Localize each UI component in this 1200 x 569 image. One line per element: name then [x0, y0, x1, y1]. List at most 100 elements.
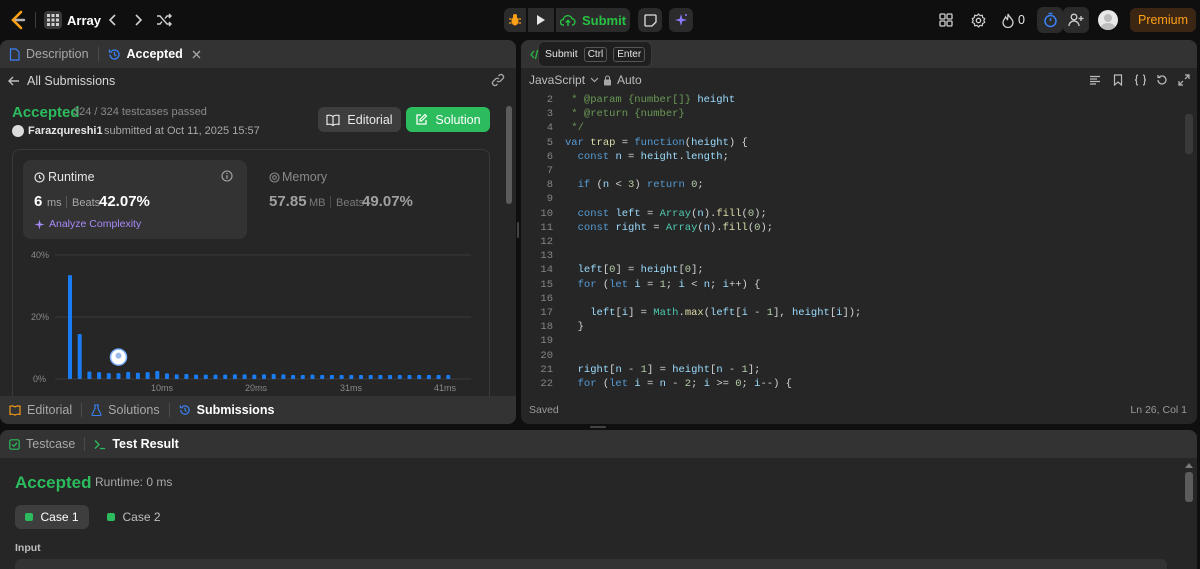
- debug-icon[interactable]: [504, 8, 526, 32]
- info-icon[interactable]: [221, 170, 233, 182]
- submitter-username[interactable]: Farazqureshi1: [28, 125, 103, 137]
- chevron-left-icon[interactable]: [106, 12, 120, 28]
- chart-bar[interactable]: [106, 373, 111, 379]
- chart-bar[interactable]: [417, 374, 422, 379]
- chart-bar[interactable]: [77, 334, 82, 379]
- close-icon[interactable]: [192, 50, 201, 59]
- runtime-card[interactable]: Runtime 6 ms Beats 42.07% Analyze Comple…: [23, 160, 247, 239]
- back-to-submissions[interactable]: All Submissions: [8, 74, 115, 88]
- chart-bar[interactable]: [291, 374, 296, 379]
- chart-bar[interactable]: [155, 370, 160, 379]
- submit-button[interactable]: Submit: [556, 8, 630, 32]
- tab-testcase[interactable]: Testcase: [0, 430, 84, 458]
- case-1-button[interactable]: Case 1: [15, 505, 89, 529]
- settings-gear-icon[interactable]: [969, 11, 987, 29]
- chart-bar[interactable]: [194, 374, 199, 379]
- chart-bar[interactable]: [116, 373, 121, 379]
- chart-bar[interactable]: [184, 374, 189, 379]
- chart-bar[interactable]: [271, 374, 276, 379]
- shuffle-icon[interactable]: [155, 11, 173, 29]
- streak-count: 0: [1018, 13, 1025, 27]
- chevron-right-icon[interactable]: [131, 12, 145, 28]
- code-line: left[i] = Math.max(left[i - 1], height[i…: [590, 307, 862, 319]
- run-play-icon[interactable]: [528, 8, 554, 32]
- chart-bar[interactable]: [281, 374, 286, 379]
- chart-bar[interactable]: [407, 374, 412, 379]
- chart-bar[interactable]: [145, 372, 150, 379]
- chart-bar[interactable]: [378, 374, 383, 379]
- chart-bar[interactable]: [349, 374, 354, 379]
- solution-button[interactable]: Solution: [406, 107, 490, 132]
- chart-bar[interactable]: [436, 374, 441, 379]
- chart-bar[interactable]: [320, 374, 325, 379]
- chart-bar[interactable]: [388, 374, 393, 379]
- chart-bar[interactable]: [165, 373, 169, 379]
- left-panel-scrollbar[interactable]: [506, 106, 512, 204]
- chart-bar[interactable]: [97, 372, 102, 379]
- language-select[interactable]: JavaScript: [529, 73, 599, 87]
- premium-button[interactable]: Premium: [1130, 8, 1196, 32]
- vertical-resize-handle[interactable]: [517, 222, 519, 238]
- scroll-up-icon[interactable]: [1185, 462, 1193, 468]
- user-avatar[interactable]: [1098, 10, 1118, 30]
- add-user-icon[interactable]: [1063, 7, 1089, 33]
- chart-bar[interactable]: [262, 374, 266, 379]
- chart-bar[interactable]: [252, 374, 257, 379]
- chart-bar[interactable]: [329, 374, 334, 379]
- tab-description[interactable]: Description: [0, 40, 98, 68]
- streak-flame-icon[interactable]: [1000, 11, 1016, 29]
- notes-icon[interactable]: [638, 8, 662, 32]
- bookmark-icon[interactable]: [1111, 73, 1125, 87]
- chart-bar[interactable]: [397, 374, 402, 379]
- horizontal-resize-handle[interactable]: [590, 426, 606, 428]
- chart-bar[interactable]: [87, 371, 92, 379]
- autocomplete-mode[interactable]: Auto: [603, 73, 642, 87]
- chart-bar[interactable]: [359, 374, 363, 379]
- case-2-button[interactable]: Case 2: [99, 505, 169, 529]
- reset-icon[interactable]: [1155, 73, 1169, 87]
- input-value-box[interactable]: [15, 559, 1167, 569]
- chart-bar[interactable]: [339, 374, 344, 379]
- chart-bar[interactable]: [135, 372, 140, 379]
- chart-bar[interactable]: [232, 374, 237, 379]
- user-avatar-head: [115, 352, 122, 359]
- chart-bar[interactable]: [300, 374, 305, 379]
- chart-bar[interactable]: [203, 374, 208, 379]
- tab-submissions[interactable]: Submissions: [170, 396, 284, 424]
- analyze-complexity-link[interactable]: Analyze Complexity: [34, 218, 141, 230]
- tab-test-result[interactable]: Test Result: [85, 430, 187, 458]
- chart-bar[interactable]: [368, 374, 373, 379]
- tab-accepted[interactable]: Accepted: [99, 40, 210, 68]
- line-number: 8: [546, 179, 553, 192]
- chart-bar[interactable]: [174, 374, 179, 379]
- editor-scrollbar[interactable]: [1185, 114, 1193, 154]
- chart-bar[interactable]: [242, 374, 247, 379]
- braces-icon[interactable]: [1133, 73, 1147, 87]
- editorial-button[interactable]: Editorial: [318, 107, 401, 132]
- leetcode-logo-icon[interactable]: [8, 10, 28, 30]
- chart-bar[interactable]: [68, 275, 72, 379]
- problem-list-icon[interactable]: [44, 11, 62, 29]
- x-tick-label: 31ms: [340, 383, 363, 393]
- memory-card[interactable]: Memory 57.85 MB Beats 49.07%: [259, 160, 481, 239]
- expand-icon[interactable]: [1177, 73, 1191, 87]
- link-icon[interactable]: [490, 73, 506, 87]
- chart-bar[interactable]: [223, 374, 228, 379]
- left-panel-tabs: Description Accepted: [0, 40, 516, 68]
- horizontal-resize-handle[interactable]: [250, 388, 266, 390]
- tab-editorial[interactable]: Editorial: [0, 396, 81, 424]
- chart-bar[interactable]: [426, 374, 431, 379]
- timer-icon[interactable]: [1037, 7, 1063, 33]
- chart-bar[interactable]: [310, 374, 315, 379]
- ai-sparkle-icon[interactable]: [669, 8, 693, 32]
- chart-bar[interactable]: [446, 374, 451, 379]
- case-2-label: Case 2: [122, 510, 161, 524]
- problem-list-title[interactable]: Array: [67, 13, 101, 28]
- code-area[interactable]: 2 3 4 5 6 7 8 9 10 11 12 13 14 15 16 17 18 19 20 21 22 * @pa…: [521, 94, 1197, 390]
- tab-solutions[interactable]: Solutions: [82, 396, 168, 424]
- format-icon[interactable]: [1088, 73, 1102, 87]
- bottom-panel-scrollbar[interactable]: [1185, 472, 1193, 502]
- layout-grid-icon[interactable]: [937, 11, 955, 29]
- chart-bar[interactable]: [213, 374, 218, 379]
- chart-bar[interactable]: [126, 371, 131, 379]
